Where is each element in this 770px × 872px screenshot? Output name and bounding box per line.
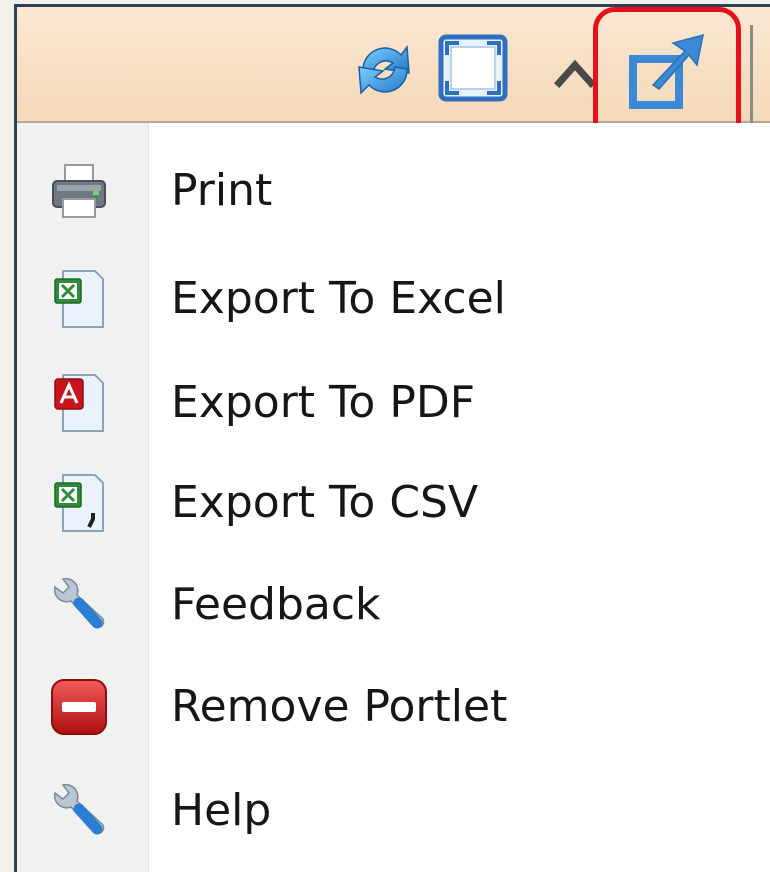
wrench-icon (53, 783, 105, 835)
wrench-icon (53, 577, 105, 629)
menu-item-label: Feedback (171, 579, 381, 630)
menu-item-feedback[interactable]: Feedback (17, 553, 770, 657)
menu-item-label: Remove Portlet (171, 681, 508, 732)
menu-item-label: Print (171, 165, 273, 216)
toolbar-divider (750, 25, 753, 123)
menu-item-export-csv[interactable]: Export To CSV (17, 451, 770, 555)
menu-item-export-excel[interactable]: Export To Excel (17, 247, 770, 351)
portlet-options-menu: Print Export To Excel Export To PDF Expo… (17, 123, 770, 872)
pdf-file-icon (54, 374, 104, 432)
menu-item-remove-portlet[interactable]: Remove Portlet (17, 655, 770, 759)
menu-item-help[interactable]: Help (17, 759, 770, 863)
menu-item-export-pdf[interactable]: Export To PDF (17, 351, 770, 455)
menu-item-label: Export To PDF (171, 377, 476, 428)
portlet-frame: Print Export To Excel Export To PDF Expo… (14, 4, 770, 872)
menu-item-label: Export To CSV (171, 477, 479, 528)
menu-item-label: Export To Excel (171, 273, 506, 324)
refresh-icon[interactable] (349, 35, 419, 105)
excel-file-icon (54, 270, 104, 328)
csv-file-icon (54, 474, 104, 532)
maximize-icon[interactable] (437, 33, 509, 103)
menu-item-print[interactable]: Print (17, 139, 770, 243)
remove-icon (51, 679, 107, 735)
menu-item-label: Help (171, 785, 272, 836)
collapse-icon[interactable] (553, 53, 597, 89)
printer-icon (52, 164, 106, 218)
